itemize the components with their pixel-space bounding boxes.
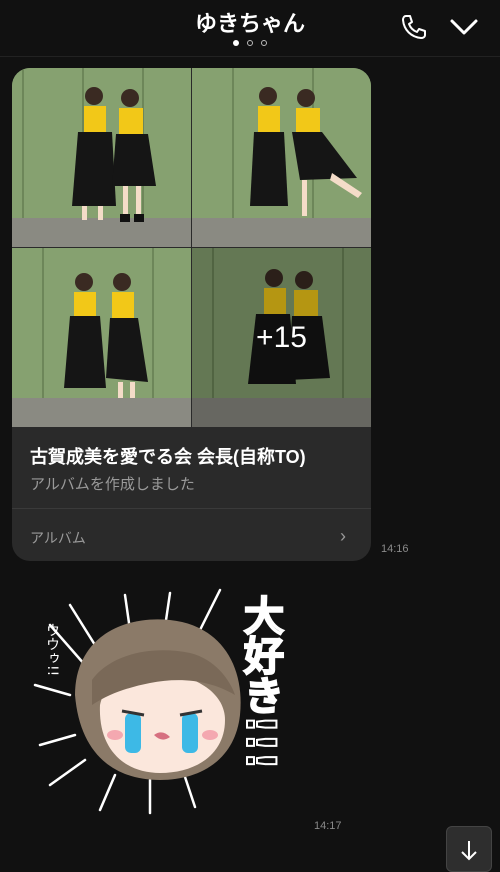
page-dot-active: [233, 40, 239, 46]
album-photo-grid[interactable]: +15: [12, 68, 371, 427]
message-timestamp: 14:17: [314, 820, 342, 832]
sticker-text: 大好き!!!: [236, 594, 284, 771]
album-message[interactable]: +15 古賀成美を愛でる会 会長(自称TO) アルバムを作成しました アルバム …: [12, 68, 371, 561]
album-footer-label[interactable]: アルバム: [30, 528, 86, 548]
page-dot: [261, 40, 267, 46]
sticker-sound-text: ウウゥ!!: [44, 623, 60, 677]
arrow-down-icon: [461, 841, 477, 861]
chevron-down-icon[interactable]: [447, 10, 481, 44]
album-photo[interactable]: [12, 248, 191, 427]
scroll-to-bottom-button[interactable]: [446, 826, 492, 872]
album-name: 古賀成美を愛でる会 会長(自称TO): [30, 447, 306, 467]
album-photo[interactable]: [192, 68, 371, 247]
more-photos-count: +15: [192, 248, 371, 427]
chat-header: ゆきちゃん: [0, 0, 500, 57]
album-photo[interactable]: [12, 68, 191, 247]
chevron-right-icon[interactable]: ›: [340, 526, 346, 547]
phone-icon[interactable]: [397, 10, 431, 44]
divider: [12, 508, 371, 509]
sticker-message[interactable]: 大好き!!! ウウゥ!!: [30, 585, 290, 815]
page-dot: [247, 40, 253, 46]
album-photo[interactable]: +15: [192, 248, 371, 427]
message-timestamp: 14:16: [381, 543, 409, 555]
album-subtitle: アルバムを作成しました: [30, 476, 195, 493]
